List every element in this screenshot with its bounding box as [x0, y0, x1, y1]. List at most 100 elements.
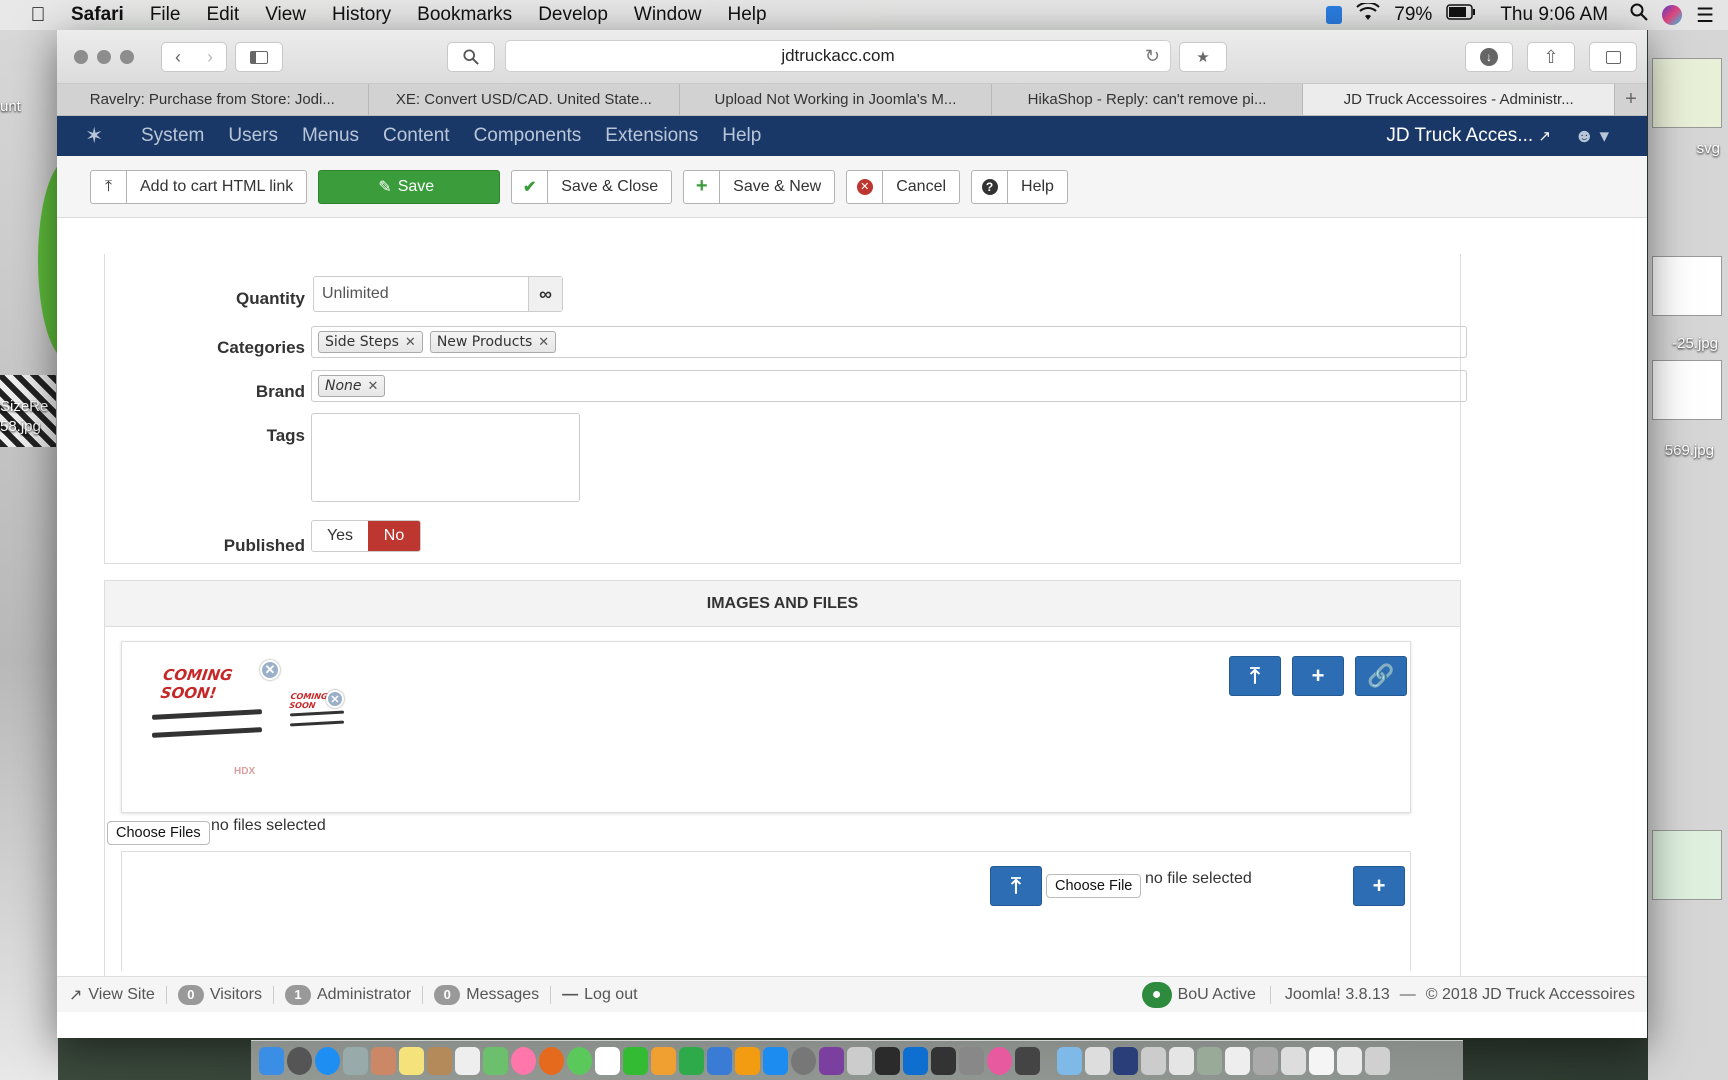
desktop-file-label[interactable]: 569.jpg [1665, 442, 1714, 459]
battery-percentage[interactable]: 79% [1394, 4, 1432, 26]
menu-edit[interactable]: Edit [206, 4, 239, 26]
system-preferences-icon[interactable] [791, 1046, 816, 1075]
contacts-icon[interactable] [427, 1046, 452, 1075]
remove-image-icon[interactable]: ✕ [260, 660, 280, 680]
app-icon[interactable] [875, 1046, 900, 1075]
close-window-button[interactable] [74, 49, 88, 64]
books-icon[interactable] [735, 1046, 760, 1075]
nav-content[interactable]: Content [383, 125, 450, 147]
folder-icon[interactable] [1113, 1046, 1138, 1075]
desktop-file-label[interactable]: 58.jpg [0, 418, 41, 435]
help-icon[interactable] [847, 1046, 872, 1075]
keynote-icon[interactable] [707, 1046, 732, 1075]
folder-icon[interactable] [1281, 1046, 1306, 1075]
categories-select[interactable]: Side Steps ✕ New Products ✕ [311, 326, 1467, 358]
infinity-icon[interactable]: ∞ [528, 277, 562, 311]
quantity-input[interactable]: Unlimited [314, 277, 528, 311]
bookmark-button[interactable]: ★ [1179, 42, 1227, 72]
product-image-thumbnail[interactable]: COMING SOON! HDX [150, 658, 270, 788]
apple-menu-icon[interactable]:  [18, 4, 58, 27]
folder-icon[interactable] [1085, 1046, 1110, 1075]
pages-icon[interactable] [651, 1046, 676, 1075]
nav-components[interactable]: Components [474, 125, 582, 147]
downloads-button[interactable]: ↓ [1465, 42, 1513, 72]
siri-icon[interactable] [1662, 5, 1683, 25]
back-arrow-icon[interactable]: ‹ [162, 47, 194, 68]
folder-icon[interactable] [1057, 1046, 1082, 1075]
desktop-notification-card[interactable] [1652, 830, 1722, 900]
save-close-button[interactable]: ✔ Save & Close [511, 169, 673, 204]
folder-icon[interactable] [1337, 1046, 1362, 1075]
clock[interactable]: Thu 9:06 AM [1500, 4, 1608, 26]
published-yes-button[interactable]: Yes [312, 521, 368, 551]
tab-overview-button[interactable] [1589, 42, 1637, 72]
nav-system[interactable]: System [141, 125, 204, 147]
messages-icon[interactable] [567, 1046, 592, 1075]
upload-file-button[interactable]: ⤒ [990, 866, 1042, 906]
calendar-icon[interactable] [595, 1046, 620, 1075]
add-to-cart-link-button[interactable]: ⤒ Add to cart HTML link [90, 169, 308, 204]
browser-tab[interactable]: Ravelry: Purchase from Store: Jodi... [57, 84, 369, 115]
save-new-button[interactable]: + Save & New [683, 169, 836, 204]
site-name-link[interactable]: JD Truck Acces... ↗ [1386, 125, 1551, 147]
facetime-icon[interactable] [623, 1046, 648, 1075]
app-icon[interactable] [959, 1046, 984, 1075]
nav-help[interactable]: Help [722, 125, 761, 147]
numbers-icon[interactable] [679, 1046, 704, 1075]
choose-file-button[interactable]: Choose File [1046, 874, 1142, 898]
notes-icon[interactable] [399, 1046, 424, 1075]
menu-app-name[interactable]: Safari [71, 4, 124, 26]
browser-tab[interactable]: HikaShop - Reply: can't remove pi... [992, 84, 1304, 115]
user-menu-icon[interactable]: ☻ ▾ [1574, 125, 1609, 148]
folder-icon[interactable] [1225, 1046, 1250, 1075]
brand-select[interactable]: None ✕ [311, 370, 1467, 402]
messages-link[interactable]: 0 Messages [434, 984, 539, 1005]
safari-icon[interactable] [315, 1046, 340, 1075]
menu-bookmarks[interactable]: Bookmarks [417, 4, 512, 26]
browser-tab[interactable]: Upload Not Working in Joomla's M... [680, 84, 992, 115]
desktop-file-thumbnail[interactable] [1652, 360, 1722, 420]
launchpad-icon[interactable] [287, 1046, 312, 1075]
tags-input[interactable] [311, 413, 580, 502]
trash-icon[interactable] [1365, 1046, 1390, 1075]
upload-image-button[interactable]: ⤒ [1229, 656, 1281, 696]
administrator-link[interactable]: 1 Administrator [284, 984, 411, 1005]
teamviewer-dock-icon[interactable] [903, 1046, 928, 1075]
app-icon[interactable] [1015, 1046, 1040, 1075]
menu-history[interactable]: History [332, 4, 391, 26]
desktop-file-label[interactable]: unt [0, 98, 21, 115]
menu-view[interactable]: View [265, 4, 306, 26]
photos-icon[interactable] [511, 1046, 536, 1075]
link-image-button[interactable]: 🔗 [1355, 656, 1407, 696]
spotlight-search-icon[interactable] [1630, 3, 1648, 27]
wifi-icon[interactable] [1356, 1, 1380, 27]
onenote-icon[interactable] [819, 1046, 844, 1075]
itunes-icon[interactable] [987, 1046, 1012, 1075]
share-button[interactable]: ⇧ [1527, 42, 1575, 72]
cancel-button[interactable]: ✕ Cancel [846, 169, 961, 204]
reload-icon[interactable]: ↻ [1145, 46, 1160, 67]
add-file-button[interactable]: + [1353, 866, 1405, 906]
menu-file[interactable]: File [150, 4, 181, 26]
desktop-file-label[interactable]: -25.jpg [1672, 335, 1718, 352]
new-tab-plus-icon[interactable]: + [1615, 84, 1647, 115]
sidebar-toggle-button[interactable] [235, 42, 283, 72]
menu-develop[interactable]: Develop [538, 4, 608, 26]
nav-users[interactable]: Users [228, 125, 278, 147]
choose-files-button[interactable]: Choose Files [107, 821, 210, 845]
joomla-logo-icon[interactable]: ✶ [85, 123, 109, 149]
finder-icon[interactable] [259, 1046, 284, 1075]
bou-status[interactable]: ● BoU Active [1141, 981, 1256, 1008]
remove-image-icon[interactable]: ✕ [326, 690, 344, 708]
desktop-file-label[interactable]: SizeRe [0, 398, 48, 415]
visitors-link[interactable]: 0 Visitors [177, 984, 262, 1005]
address-bar[interactable]: jdtruckacc.com ↻ [505, 40, 1171, 72]
teamviewer-icon[interactable] [1326, 6, 1343, 24]
search-button[interactable] [447, 42, 495, 72]
forward-arrow-icon[interactable]: › [194, 47, 226, 68]
remove-chip-icon[interactable]: ✕ [368, 379, 379, 394]
browser-tab-active[interactable]: JD Truck Accessoires - Administr... [1303, 84, 1615, 115]
app-store-icon[interactable] [763, 1046, 788, 1075]
add-image-button[interactable]: + [1292, 656, 1344, 696]
save-button[interactable]: ✎ Save [318, 169, 501, 204]
